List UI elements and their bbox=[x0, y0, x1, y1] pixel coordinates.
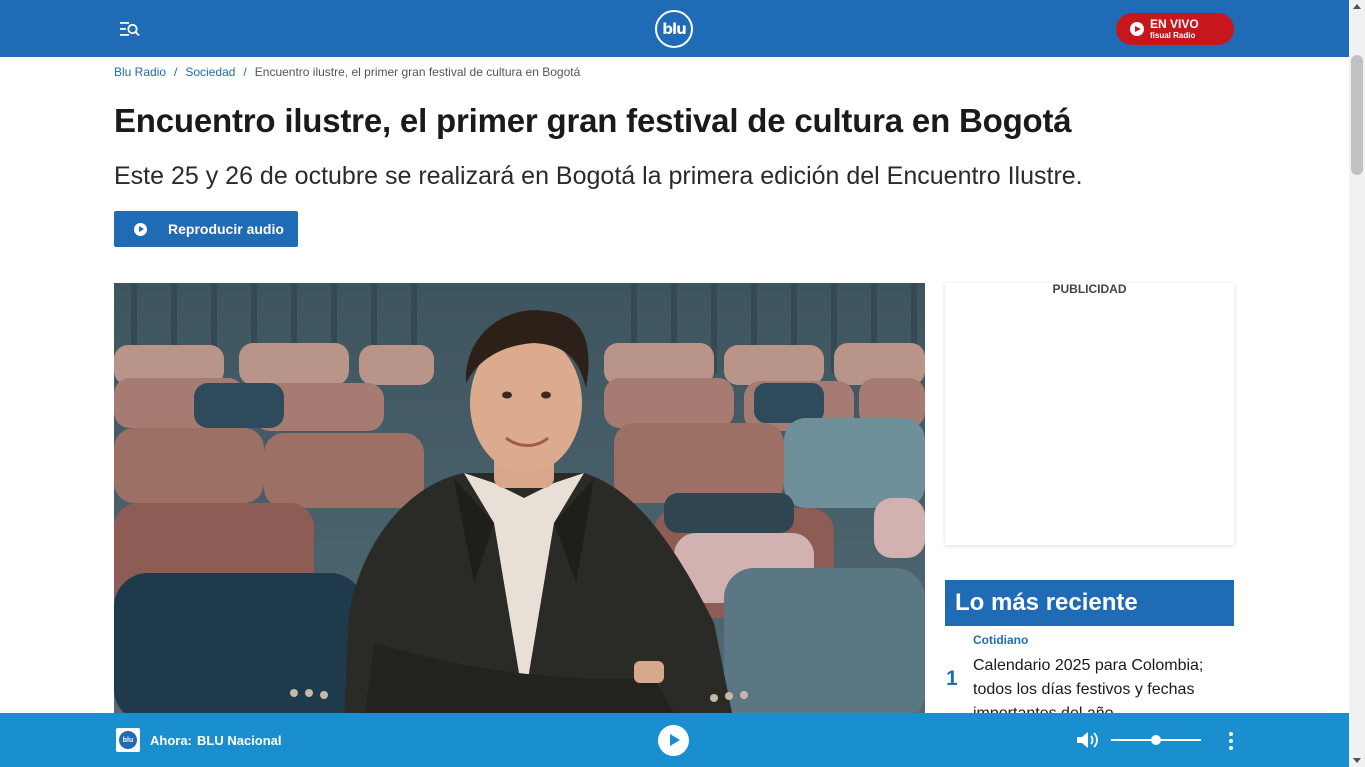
play-audio-label: Reproducir audio bbox=[168, 221, 284, 237]
breadcrumb-section-link[interactable]: Sociedad bbox=[185, 65, 235, 79]
play-audio-button[interactable]: Reproducir audio bbox=[114, 211, 298, 247]
play-circle-icon bbox=[134, 222, 147, 236]
top-header: blu EN VIVO fisual Radio bbox=[0, 0, 1349, 57]
logo-text: blu bbox=[662, 20, 687, 38]
breadcrumb-home-link[interactable]: Blu Radio bbox=[114, 65, 166, 79]
recent-item-category[interactable]: Cotidiano bbox=[973, 633, 1028, 647]
page-scrollbar[interactable] bbox=[1349, 0, 1365, 767]
live-button[interactable]: EN VIVO fisual Radio bbox=[1116, 13, 1234, 45]
breadcrumb-current: Encuentro ilustre, el primer gran festiv… bbox=[254, 65, 581, 79]
scroll-down-arrow-icon[interactable] bbox=[1353, 758, 1361, 763]
hero-photo bbox=[114, 283, 925, 723]
breadcrumb-separator: / bbox=[243, 65, 247, 79]
breadcrumb-separator: / bbox=[174, 65, 178, 79]
player-play-button[interactable] bbox=[658, 725, 689, 756]
live-sub-label: fisual Radio bbox=[1150, 31, 1196, 40]
audio-player-bar: blu Ahora: BLU Nacional bbox=[0, 713, 1349, 767]
page: blu EN VIVO fisual Radio Blu Radio / Soc… bbox=[0, 0, 1365, 767]
volume-icon[interactable] bbox=[1075, 729, 1099, 751]
article-title: Encuentro ilustre, el primer gran festiv… bbox=[114, 102, 1072, 139]
live-text: EN VIVO fisual Radio bbox=[1150, 18, 1199, 40]
article-subtitle: Este 25 y 26 de octubre se realizará en … bbox=[114, 162, 1083, 190]
scroll-up-arrow-icon[interactable] bbox=[1353, 4, 1361, 9]
recent-item-number: 1 bbox=[946, 667, 958, 690]
volume-slider[interactable] bbox=[1111, 735, 1201, 745]
scrollbar-thumb[interactable] bbox=[1351, 55, 1363, 175]
menu-search-icon[interactable] bbox=[119, 19, 141, 39]
play-icon bbox=[1130, 22, 1144, 36]
article-hero-image bbox=[114, 283, 925, 723]
ad-label: PUBLICIDAD bbox=[1052, 282, 1127, 296]
blu-radio-logo[interactable]: blu bbox=[655, 10, 693, 48]
more-options-icon[interactable] bbox=[1223, 731, 1239, 751]
live-label: EN VIVO bbox=[1150, 17, 1199, 31]
station-logo: blu bbox=[116, 728, 140, 752]
recent-section-heading: Lo más reciente bbox=[945, 580, 1234, 626]
advertisement-box: PUBLICIDAD bbox=[945, 283, 1234, 545]
breadcrumb: Blu Radio / Sociedad / Encuentro ilustre… bbox=[114, 65, 580, 79]
volume-slider-handle[interactable] bbox=[1151, 735, 1161, 745]
now-playing-label: Ahora: bbox=[150, 733, 192, 748]
station-logo-text: blu bbox=[119, 731, 137, 749]
now-playing-station: BLU Nacional bbox=[197, 733, 282, 748]
